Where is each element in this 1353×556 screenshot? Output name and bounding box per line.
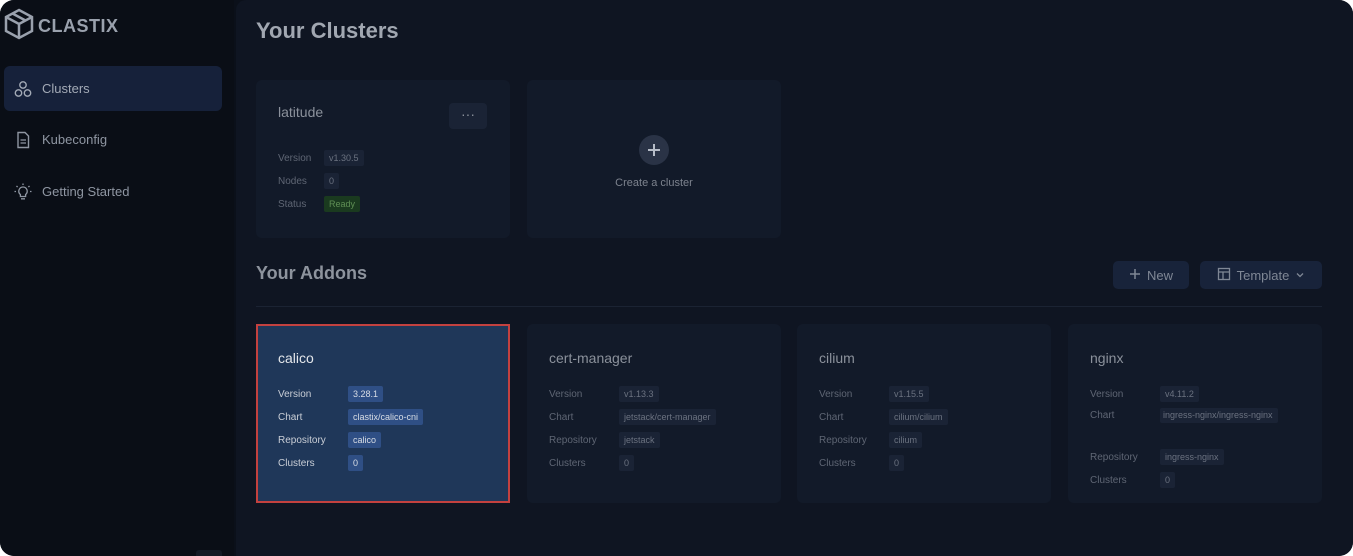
addon-name: cilium <box>819 350 855 366</box>
chart-chip: jetstack/cert-manager <box>619 409 716 425</box>
version-label: Version <box>819 388 853 400</box>
chart-chip: cilium/cilium <box>889 409 948 425</box>
repository-label: Repository <box>549 434 597 446</box>
version-chip: v1.30.5 <box>324 150 364 166</box>
cluster-nodes-row: Nodes 0 <box>278 173 340 189</box>
version-chip: 3.28.1 <box>348 386 384 402</box>
addon-version-row: Version v4.11.2 <box>1090 386 1199 402</box>
sidebar-item-clusters[interactable]: Clusters <box>4 66 222 111</box>
version-label: Version <box>549 388 583 400</box>
addon-card-calico[interactable]: calico Version 3.28.1 Chart clastix/cali… <box>256 324 510 503</box>
sidebar-item-label: Clusters <box>42 81 90 96</box>
chart-label: Chart <box>278 411 303 423</box>
addon-name: calico <box>278 350 314 366</box>
addon-version-row: Version 3.28.1 <box>278 386 384 402</box>
plus-icon <box>639 135 669 165</box>
create-cluster-card[interactable]: Create a cluster <box>527 80 781 238</box>
clusters-icon <box>14 80 32 98</box>
addon-version-row: Version v1.13.3 <box>549 386 659 402</box>
template-button-label: Template <box>1236 267 1290 283</box>
repository-chip: jetstack <box>619 432 660 448</box>
version-chip: v4.11.2 <box>1160 386 1199 402</box>
version-label: Version <box>278 388 312 400</box>
addon-clusters-row: Clusters 0 <box>278 455 364 471</box>
cluster-status-row: Status Ready <box>278 196 361 212</box>
addon-repository-row: Repository cilium <box>819 432 923 448</box>
sidebar-footer <box>196 550 222 556</box>
addon-card-nginx[interactable]: nginx Version v4.11.2 Chart ingress-ngin… <box>1068 324 1322 503</box>
addon-name: cert-manager <box>549 350 633 366</box>
addon-repository-row: Repository ingress-nginx <box>1090 449 1224 465</box>
repository-label: Repository <box>1090 451 1138 463</box>
clusters-chip: 0 <box>889 455 905 471</box>
addon-card-cilium[interactable]: cilium Version v1.15.5 Chart cilium/cili… <box>797 324 1051 503</box>
version-label: Version <box>1090 388 1124 400</box>
chart-label: Chart <box>819 411 844 423</box>
new-button-label: New <box>1146 267 1173 283</box>
main-content: Your Clusters latitude ··· Version v1.30… <box>236 0 1353 556</box>
clusters-label: Clusters <box>1090 474 1127 486</box>
nodes-chip: 0 <box>324 173 340 189</box>
logo[interactable]: CLASTIX <box>4 8 119 45</box>
nodes-label: Nodes <box>278 175 307 187</box>
repository-chip: ingress-nginx <box>1160 449 1224 465</box>
addon-name: nginx <box>1090 350 1124 366</box>
version-chip: v1.15.5 <box>889 386 929 402</box>
repository-chip: cilium <box>889 432 923 448</box>
addon-repository-row: Repository calico <box>278 432 382 448</box>
template-dropdown-button[interactable]: Template <box>1200 261 1322 289</box>
chart-chip: ingress-nginx/ingress-nginx <box>1160 408 1278 423</box>
addon-chart-row: Chart ingress-nginx/ingress-nginx <box>1090 408 1278 423</box>
addon-repository-row: Repository jetstack <box>549 432 660 448</box>
status-label: Status <box>278 198 307 210</box>
chart-label: Chart <box>1090 410 1115 421</box>
clusters-label: Clusters <box>278 457 315 469</box>
addon-card-cert-manager[interactable]: cert-manager Version v1.13.3 Chart jetst… <box>527 324 781 503</box>
sidebar-item-label: Getting Started <box>42 184 130 199</box>
sidebar-item-kubeconfig[interactable]: Kubeconfig <box>4 117 222 162</box>
addon-clusters-row: Clusters 0 <box>819 455 905 471</box>
plus-icon <box>1129 268 1141 283</box>
lightbulb-icon <box>14 183 32 201</box>
addon-clusters-row: Clusters 0 <box>1090 472 1176 488</box>
cluster-card[interactable]: latitude ··· Version v1.30.5 Nodes 0 Sta… <box>256 80 510 238</box>
chevron-down-icon <box>1295 268 1305 283</box>
addon-chart-row: Chart cilium/cilium <box>819 409 948 425</box>
chart-label: Chart <box>549 411 574 423</box>
repository-label: Repository <box>278 434 326 446</box>
clusters-chip: 0 <box>1160 472 1176 488</box>
app-window: CLASTIX Clusters Kubeconfig Getting Star… <box>0 0 1353 556</box>
status-badge: Ready <box>324 196 361 212</box>
create-cluster-label: Create a cluster <box>615 177 693 189</box>
clusters-label: Clusters <box>819 457 856 469</box>
new-addon-button[interactable]: New <box>1113 261 1189 289</box>
cluster-version-row: Version v1.30.5 <box>278 150 364 166</box>
clusters-chip: 0 <box>348 455 364 471</box>
logo-text: CLASTIX <box>38 16 119 36</box>
document-icon <box>14 131 32 149</box>
sidebar-item-label: Kubeconfig <box>42 132 108 147</box>
template-icon <box>1217 267 1231 284</box>
clastix-logo-icon <box>4 8 34 45</box>
more-options-button[interactable]: ··· <box>449 103 487 129</box>
chart-chip: clastix/calico-cni <box>348 409 424 425</box>
repository-chip: calico <box>348 432 382 448</box>
clusters-label: Clusters <box>549 457 586 469</box>
version-label: Version <box>278 152 312 164</box>
addon-chart-row: Chart clastix/calico-cni <box>278 409 424 425</box>
addon-version-row: Version v1.15.5 <box>819 386 929 402</box>
addon-chart-row: Chart jetstack/cert-manager <box>549 409 716 425</box>
page-title: Your Clusters <box>256 18 399 43</box>
sidebar-item-getting-started[interactable]: Getting Started <box>4 169 222 214</box>
section-divider <box>256 306 1322 307</box>
addon-clusters-row: Clusters 0 <box>549 455 635 471</box>
sidebar: CLASTIX Clusters Kubeconfig Getting Star… <box>0 0 234 556</box>
cluster-name: latitude <box>278 104 324 120</box>
repository-label: Repository <box>819 434 867 446</box>
addons-title: Your Addons <box>256 263 367 283</box>
version-chip: v1.13.3 <box>619 386 659 402</box>
clusters-chip: 0 <box>619 455 635 471</box>
